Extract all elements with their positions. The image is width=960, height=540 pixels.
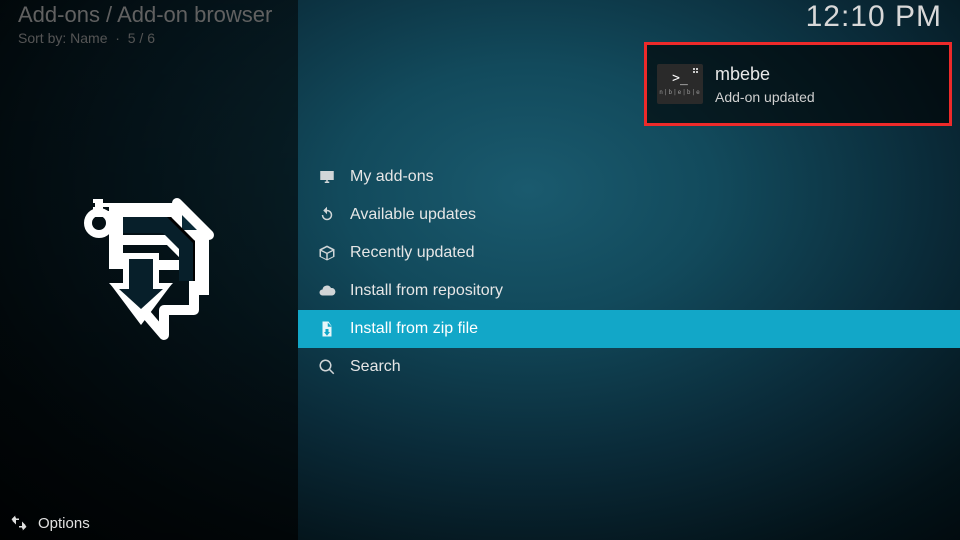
menu-item-label: My add-ons (350, 168, 434, 186)
menu-item-label: Install from zip file (350, 320, 478, 338)
menu-item-available-updates[interactable]: Available updates (298, 196, 960, 234)
menu-item-install-from-zip[interactable]: Install from zip file (298, 310, 960, 348)
sidebar-category-pane (0, 0, 298, 540)
menu-item-label: Available updates (350, 206, 476, 224)
addon-icon-text: n|b|e|b|e (659, 89, 701, 96)
options-arrows-icon (10, 514, 28, 532)
cloud-icon (314, 282, 340, 300)
notification-toast: >_ n|b|e|b|e mbebe Add-on updated (644, 42, 952, 126)
footer-options[interactable]: Options (0, 506, 90, 540)
menu-item-label: Recently updated (350, 244, 475, 262)
menu-item-search[interactable]: Search (298, 348, 960, 386)
menu-item-label: Install from repository (350, 282, 503, 300)
zip-download-large-icon (79, 195, 219, 345)
options-label: Options (38, 515, 90, 532)
search-icon (314, 358, 340, 376)
monitor-icon (314, 168, 340, 186)
addon-thumbnail-icon: >_ n|b|e|b|e (657, 64, 703, 104)
refresh-icon (314, 206, 340, 224)
zip-download-icon (314, 320, 340, 338)
clock: 12:10 PM (806, 0, 942, 34)
addon-browser-menu: My add-ons Available updates Recently up… (298, 158, 960, 386)
menu-item-my-addons[interactable]: My add-ons (298, 158, 960, 196)
notification-subtitle: Add-on updated (715, 89, 815, 105)
menu-item-label: Search (350, 358, 401, 376)
menu-item-install-from-repository[interactable]: Install from repository (298, 272, 960, 310)
menu-item-recently-updated[interactable]: Recently updated (298, 234, 960, 272)
notification-title: mbebe (715, 64, 815, 85)
box-icon (314, 244, 340, 262)
